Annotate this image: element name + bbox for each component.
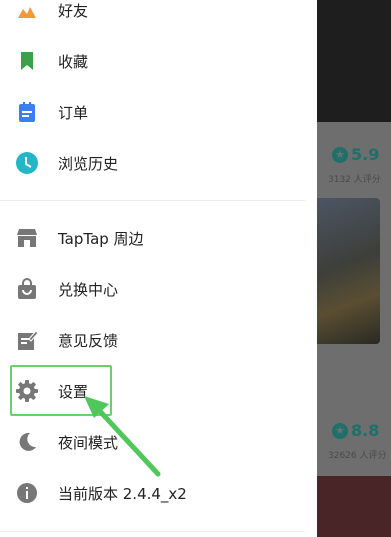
star-icon: ★ xyxy=(332,146,348,163)
star-icon: ★ xyxy=(332,422,348,439)
menu-item-label: 夜间模式 xyxy=(58,433,119,452)
menu-item-feedback[interactable]: 意见反馈 xyxy=(0,318,317,362)
menu-item-label: 当前版本 2.4.4_x2 xyxy=(58,484,187,503)
info-icon xyxy=(15,481,39,505)
game-screenshot xyxy=(317,198,380,344)
menu-item-label: 收藏 xyxy=(58,52,89,71)
menu-item-label: 浏览历史 xyxy=(58,154,119,173)
menu-item-friends[interactable]: 好友 xyxy=(0,0,317,32)
game-rating: ★ 8.8 xyxy=(332,421,379,440)
menu-item-taptap-merch[interactable]: TapTap 周边 xyxy=(0,216,317,260)
menu-item-bookmarks[interactable]: 收藏 xyxy=(0,39,317,83)
menu-item-label: 兑换中心 xyxy=(58,280,119,299)
history-clock-icon xyxy=(15,151,39,175)
menu-item-label: TapTap 周边 xyxy=(58,229,144,248)
moon-icon xyxy=(15,430,39,454)
menu-item-night-mode[interactable]: 夜间模式 xyxy=(0,420,317,464)
rating-count: 32626 人评分 xyxy=(328,451,387,461)
bookmark-icon xyxy=(15,49,39,73)
menu-bottom-divider xyxy=(0,531,305,532)
feedback-edit-icon xyxy=(15,328,39,352)
menu-divider xyxy=(0,200,305,201)
menu-item-label: 订单 xyxy=(58,103,89,122)
menu-item-history[interactable]: 浏览历史 xyxy=(0,141,317,185)
rating-count: 3132 人评分 xyxy=(328,175,381,185)
menu-item-label: 意见反馈 xyxy=(58,331,119,350)
game-banner xyxy=(317,476,391,537)
order-icon xyxy=(15,100,39,124)
store-icon xyxy=(15,226,39,250)
menu-item-version[interactable]: 当前版本 2.4.4_x2 xyxy=(0,471,317,515)
dimmed-background[interactable]: ★ 5.9 3132 人评分 ★ 8.8 32626 人评分 xyxy=(317,0,391,537)
menu-item-orders[interactable]: 订单 xyxy=(0,90,317,134)
menu-item-redeem-center[interactable]: 兑换中心 xyxy=(0,267,317,311)
settings-highlight-box xyxy=(10,365,112,416)
rating-score: 5.9 xyxy=(351,145,380,164)
friends-icon xyxy=(15,0,39,22)
menu-item-label: 好友 xyxy=(58,1,89,20)
shopping-bag-icon xyxy=(15,277,39,301)
game-rating: ★ 5.9 xyxy=(332,145,379,164)
background-banner xyxy=(317,0,391,122)
navigation-drawer: 好友 收藏 订单 浏览历史 TapTap 周边 兑换中心 意见反馈 设置 夜间模… xyxy=(0,0,317,537)
rating-score: 8.8 xyxy=(351,421,380,440)
